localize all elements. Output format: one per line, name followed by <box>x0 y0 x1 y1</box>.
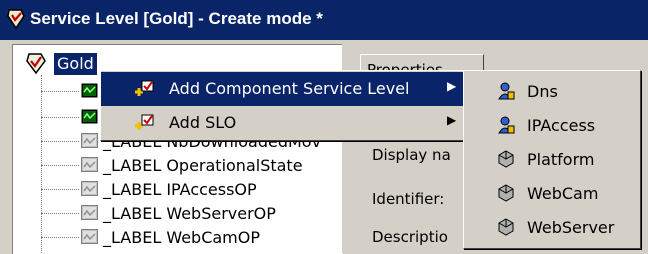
label-node-icon <box>81 133 98 148</box>
submenu-item-webcam[interactable]: WebCam <box>464 177 640 211</box>
service-component-icon <box>498 116 515 134</box>
service-component-icon <box>498 82 515 100</box>
tree-item[interactable]: _LABEL IPAccessOP <box>13 179 343 201</box>
resource-icon <box>498 184 514 202</box>
resource-icon <box>498 218 514 236</box>
identifier-label: Identifier: <box>372 190 445 208</box>
root-service-level-icon <box>26 53 46 74</box>
submenu-item-platform[interactable]: Platform <box>464 143 640 177</box>
service-level-node-icon <box>81 83 98 98</box>
tree-root-node[interactable]: Gold <box>54 53 97 75</box>
window-title-bar[interactable]: Service Level [Gold] - Create mode * <box>0 0 648 40</box>
menu-item-add-slo[interactable]: Add SLO ▶ <box>101 106 464 140</box>
submenu-arrow-icon: ▶ <box>447 79 457 93</box>
context-menu: Add Component Service Level ▶ Add SLO ▶ <box>100 70 465 141</box>
submenu-arrow-icon: ▶ <box>447 113 457 127</box>
add-slo-icon <box>135 114 154 130</box>
description-label: Descriptio <box>372 228 448 246</box>
label-node-icon <box>81 205 98 220</box>
add-component-icon <box>135 80 154 96</box>
window-title: Service Level [Gold] - Create mode * <box>30 9 323 28</box>
submenu-item-webserver[interactable]: WebServer <box>464 211 640 245</box>
label-node-icon <box>81 229 98 244</box>
label-node-icon <box>81 157 98 172</box>
resource-icon <box>498 150 514 168</box>
label-node-icon <box>81 181 98 196</box>
display-name-label: Display na <box>372 146 451 164</box>
submenu-item-dns[interactable]: Dns <box>464 75 640 109</box>
component-submenu: Dns IPAccess Platform WebCam WebServer <box>463 70 641 249</box>
tree-item[interactable]: _LABEL OperationalState <box>13 155 343 177</box>
service-level-icon <box>7 9 25 30</box>
submenu-item-ipaccess[interactable]: IPAccess <box>464 109 640 143</box>
tree-item[interactable]: _LABEL WebCamOP <box>13 227 343 249</box>
menu-item-add-component-service-level[interactable]: Add Component Service Level ▶ <box>101 72 464 106</box>
service-level-node-icon <box>81 109 98 124</box>
tree-item[interactable]: _LABEL WebServerOP <box>13 203 343 225</box>
